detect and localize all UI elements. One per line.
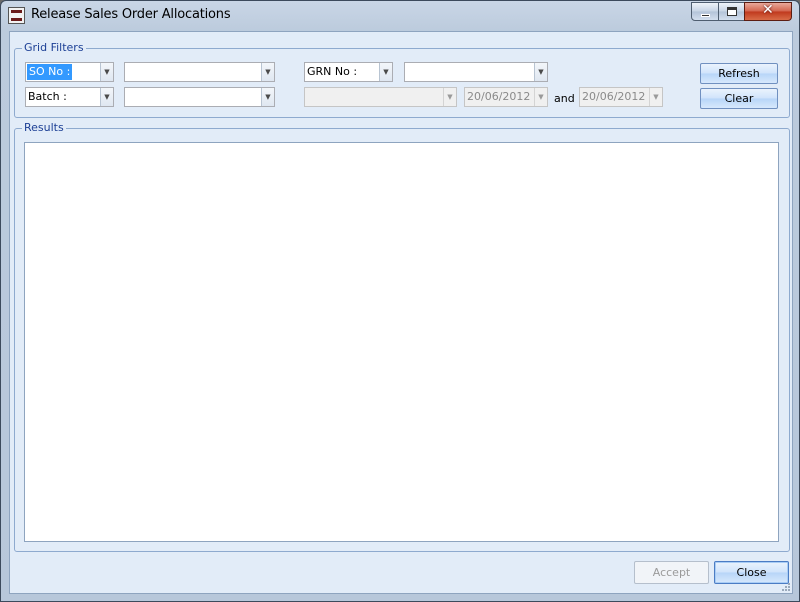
results-grid[interactable]: [24, 142, 779, 542]
clear-button[interactable]: Clear: [700, 88, 778, 109]
filter2-field-selector[interactable]: Batch : ▼: [25, 87, 114, 107]
window-title: Release Sales Order Allocations: [31, 7, 231, 22]
close-button[interactable]: Close: [714, 561, 789, 584]
date-from-picker[interactable]: 20/06/2012 ▼: [464, 87, 548, 107]
chevron-down-icon[interactable]: ▼: [100, 63, 113, 81]
close-icon: ✕: [762, 2, 774, 18]
date-to-picker[interactable]: 20/06/2012 ▼: [579, 87, 663, 107]
chevron-down-icon[interactable]: ▼: [379, 63, 392, 81]
filter2-field-selector-value: Batch :: [28, 90, 67, 103]
maximize-icon: [727, 7, 737, 16]
chevron-down-icon[interactable]: ▼: [443, 88, 456, 106]
minimize-icon: [701, 14, 710, 17]
date-range-and-label: and: [554, 92, 575, 105]
grid-filters-group: Grid Filters SO No : ▼ ▼ Batch : ▼ ▼ GRN…: [14, 41, 790, 118]
chevron-down-icon[interactable]: ▼: [100, 88, 113, 106]
chevron-down-icon[interactable]: ▼: [261, 63, 274, 81]
results-group: Results: [14, 121, 790, 552]
client-area: Grid Filters SO No : ▼ ▼ Batch : ▼ ▼ GRN…: [9, 31, 793, 594]
chevron-down-icon[interactable]: ▼: [649, 88, 662, 106]
chevron-down-icon[interactable]: ▼: [534, 63, 547, 81]
chevron-down-icon[interactable]: ▼: [261, 88, 274, 106]
accept-button[interactable]: Accept: [634, 561, 709, 584]
date-field-selector[interactable]: ▼: [304, 87, 457, 107]
refresh-button[interactable]: Refresh: [700, 63, 778, 84]
minimize-button[interactable]: [691, 2, 719, 21]
application-window: Release Sales Order Allocations ✕ Grid F…: [0, 0, 800, 602]
chevron-down-icon[interactable]: ▼: [534, 88, 547, 106]
results-label: Results: [22, 121, 66, 134]
filter3-value-combo[interactable]: ▼: [404, 62, 548, 82]
filter3-field-selector-value: GRN No :: [307, 65, 358, 78]
app-icon: [8, 7, 25, 24]
filter3-field-selector[interactable]: GRN No : ▼: [304, 62, 393, 82]
date-from-value: 20/06/2012: [467, 90, 531, 103]
filter2-value-combo[interactable]: ▼: [124, 87, 275, 107]
date-to-value: 20/06/2012: [582, 90, 646, 103]
filter1-field-selector[interactable]: SO No : ▼: [25, 62, 114, 82]
resize-grip-icon[interactable]: [780, 581, 790, 591]
filter1-value-combo[interactable]: ▼: [124, 62, 275, 82]
maximize-button[interactable]: [718, 2, 745, 21]
grid-filters-label: Grid Filters: [22, 41, 86, 54]
filter1-field-selector-value: SO No :: [27, 64, 73, 80]
close-window-button[interactable]: ✕: [744, 2, 792, 21]
title-bar[interactable]: Release Sales Order Allocations ✕: [1, 1, 799, 30]
